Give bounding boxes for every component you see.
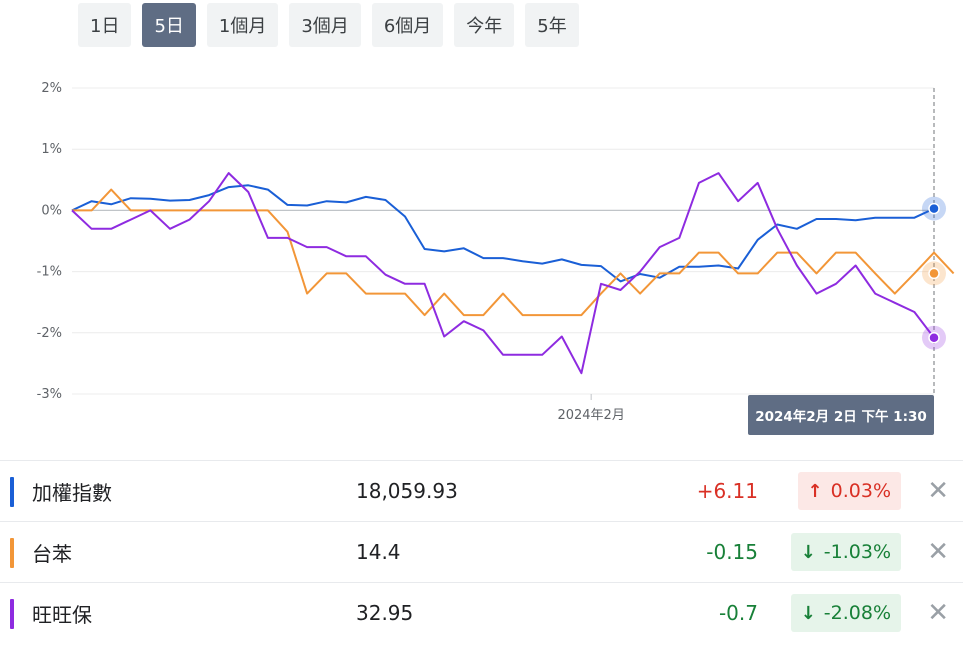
chart-tooltip: 2024年2月 2日 下午 1:30 (748, 395, 934, 435)
y-tick-label: -2% (37, 326, 62, 341)
range-tab-1d[interactable]: 1日 (78, 3, 132, 47)
series-color-bar (10, 599, 14, 629)
series-end-point (928, 331, 940, 344)
series-change: +6.11 (696, 479, 758, 503)
series-percent: -1.03% (823, 541, 891, 563)
series-line (71, 172, 935, 375)
range-tab-1m[interactable]: 1個月 (206, 3, 279, 47)
range-tab-ytd[interactable]: 今年 (454, 3, 515, 47)
series-line (71, 184, 935, 283)
series-color-bar (10, 477, 14, 507)
comparison-list: 加權指數 18,059.93 +6.11 ↑ 0.03% ✕ 台苯 14.4 -… (0, 460, 963, 643)
series-name: 旺旺保 (32, 602, 92, 627)
series-line (72, 188, 955, 317)
series-price: 32.95 (356, 601, 414, 625)
series-percent: -2.08% (823, 602, 891, 624)
series-percent: 0.03% (830, 480, 891, 502)
arrow-down-icon: ↓ (800, 602, 816, 624)
close-icon[interactable]: ✕ (927, 600, 949, 626)
list-item[interactable]: 加權指數 18,059.93 +6.11 ↑ 0.03% ✕ (0, 460, 963, 521)
arrow-up-icon: ↑ (807, 480, 823, 502)
y-tick-label: 0% (41, 203, 62, 218)
y-tick-label: 2% (41, 81, 62, 96)
y-tick-label: 1% (41, 142, 62, 157)
series-name: 加權指數 (32, 480, 112, 505)
x-tick-label: 2024年2月 (557, 408, 624, 423)
close-icon[interactable]: ✕ (927, 478, 949, 504)
range-tab-3m[interactable]: 3個月 (289, 3, 361, 47)
range-tab-5d[interactable]: 5日 (142, 3, 196, 47)
y-tick-label: -3% (37, 387, 62, 402)
close-icon[interactable]: ✕ (927, 539, 949, 565)
series-price: 18,059.93 (356, 479, 458, 503)
series-percent-badge: ↑ 0.03% (797, 472, 901, 510)
series-end-point (928, 267, 940, 280)
range-tabs: 1日 5日 1個月 3個月 6個月 今年 5年 (78, 3, 579, 47)
series-change: -0.7 (718, 601, 758, 625)
comparison-line-chart[interactable]: 2% 1% 0% -1% -2% -3% 2024年2月 (0, 60, 963, 440)
series-price: 14.4 (356, 540, 401, 564)
y-tick-label: -1% (37, 265, 62, 280)
range-tab-5y[interactable]: 5年 (525, 3, 579, 47)
series-percent-badge: ↓ -1.03% (790, 533, 901, 571)
range-tab-6m[interactable]: 6個月 (371, 3, 444, 47)
list-item[interactable]: 旺旺保 32.95 -0.7 ↓ -2.08% ✕ (0, 582, 963, 643)
series-change: -0.15 (706, 540, 758, 564)
series-percent-badge: ↓ -2.08% (790, 594, 901, 632)
series-end-point (928, 202, 940, 215)
arrow-down-icon: ↓ (800, 541, 816, 563)
series-name: 台苯 (32, 541, 72, 566)
series-color-bar (10, 538, 14, 568)
list-item[interactable]: 台苯 14.4 -0.15 ↓ -1.03% ✕ (0, 521, 963, 582)
